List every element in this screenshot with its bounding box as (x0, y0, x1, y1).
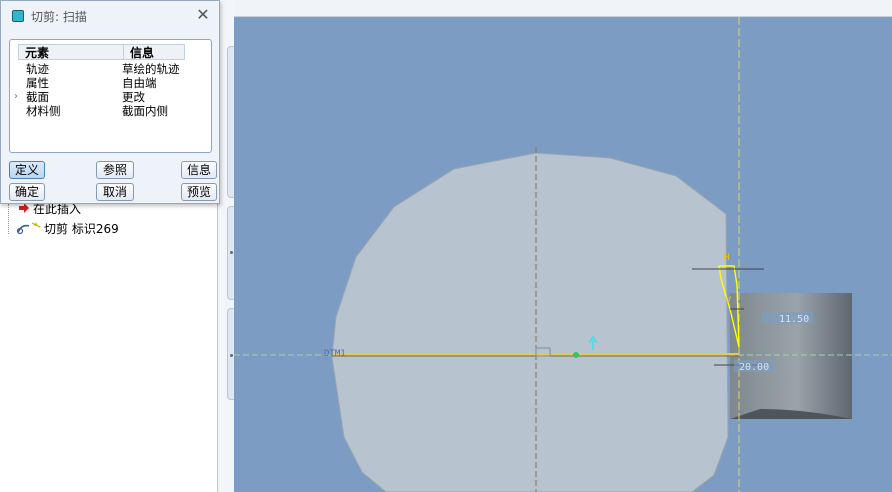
column-header-info[interactable]: 信息 (123, 44, 185, 60)
column-header-element[interactable]: 元素 (18, 44, 124, 60)
dialog-title: 切剪: 扫描 (31, 10, 87, 24)
element-info: 更改 (122, 90, 145, 104)
table-row[interactable]: 轨迹 草绘的轨迹 (10, 62, 209, 76)
element-table[interactable]: 元素 信息 轨迹 草绘的轨迹 属性 自由端 › 截面 更改 材料侧 截面内侧 (9, 39, 212, 153)
define-button[interactable]: 定义 (9, 161, 45, 179)
constraint-v-label: V (725, 296, 732, 306)
chevron-right-icon[interactable]: › (14, 90, 18, 104)
element-name: 材料侧 (26, 104, 61, 118)
sweep-cut-icon (16, 222, 41, 235)
ok-button[interactable]: 确定 (9, 183, 45, 201)
start-point-marker[interactable] (573, 352, 579, 358)
splitter-grip (230, 251, 233, 254)
datum-label: DTM1 (324, 349, 346, 359)
element-info: 自由端 (122, 76, 157, 90)
element-name: 属性 (26, 76, 49, 90)
graphics-toolbar-strip (234, 0, 892, 17)
dialog-titlebar[interactable]: 切剪: 扫描 ✕ (1, 1, 219, 31)
part-face (331, 152, 729, 492)
feature-icon (12, 10, 24, 22)
dimension-11-50[interactable]: 11.50 (779, 314, 809, 325)
element-info: 截面内侧 (122, 104, 168, 118)
tree-item-label: 切剪 标识269 (44, 221, 119, 236)
tree-item-cut[interactable]: 切剪 标识269 (16, 219, 119, 237)
application-window: 在此插入 切剪 标识269 DTM1 11.50 20.00 H V 切剪: 扫… (0, 0, 892, 492)
references-button[interactable]: 参照 (96, 161, 134, 179)
table-row[interactable]: 材料侧 截面内侧 (10, 104, 209, 118)
graphics-window[interactable]: DTM1 11.50 20.00 H V (234, 17, 892, 492)
close-icon[interactable]: ✕ (195, 7, 211, 23)
constraint-h-label: H (723, 253, 730, 263)
table-row[interactable]: › 截面 更改 (10, 90, 209, 104)
tree-connector (8, 204, 9, 234)
dimension-20-00[interactable]: 20.00 (739, 362, 769, 373)
sweep-cut-dialog: 切剪: 扫描 ✕ 元素 信息 轨迹 草绘的轨迹 属性 自由端 › 截面 更改 材… (0, 0, 220, 204)
preview-button[interactable]: 预览 (181, 183, 217, 201)
element-name: 轨迹 (26, 62, 49, 76)
sketch-canvas[interactable]: DTM1 11.50 20.00 H V (234, 17, 892, 492)
element-name: 截面 (26, 90, 49, 104)
info-button[interactable]: 信息 (181, 161, 217, 179)
element-info: 草绘的轨迹 (122, 62, 180, 76)
table-row[interactable]: 属性 自由端 (10, 76, 209, 90)
splitter-grip (230, 354, 233, 357)
solid-block-face (730, 293, 852, 419)
cancel-button[interactable]: 取消 (96, 183, 134, 201)
